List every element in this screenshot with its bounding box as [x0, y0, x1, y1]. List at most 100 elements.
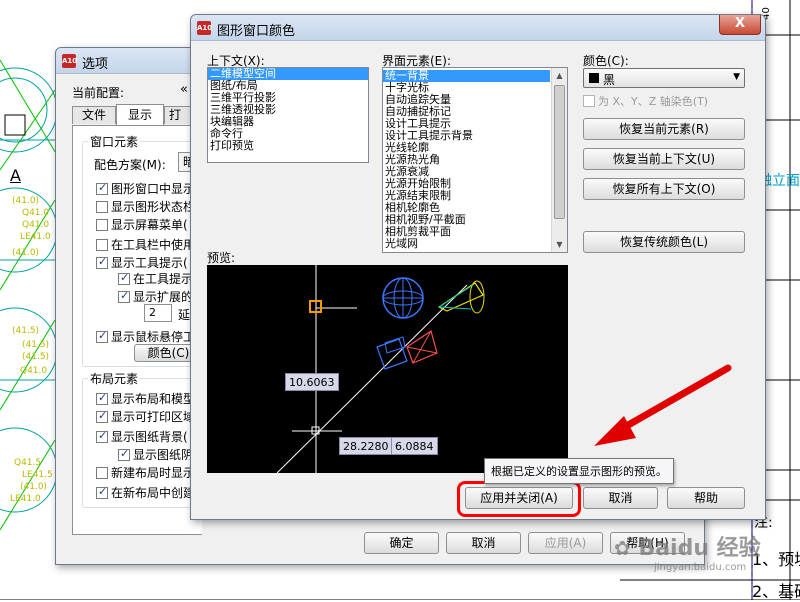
option-page-setup-manager[interactable]: 新建布局时显示	[96, 464, 195, 481]
tab-files[interactable]: 文件	[72, 106, 116, 124]
restore-all-contexts-button[interactable]: 恢复所有上下文(O)	[583, 178, 745, 200]
apply-and-close-button[interactable]: 应用并关闭(A)	[465, 487, 573, 509]
checkbox-icon	[96, 429, 108, 443]
option-layout-model-tabs[interactable]: 显示布局和模型	[96, 390, 195, 407]
window-elements-title: 窗口元素	[88, 133, 141, 150]
preview-tooltip: 根据已定义的设置显示图形的预览。	[484, 458, 674, 484]
tab-open-save-label: 打	[169, 108, 182, 122]
checkbox-icon	[118, 289, 130, 303]
tab-open-save[interactable]: 打	[164, 106, 192, 124]
cad-mark: Q41.0	[20, 366, 48, 376]
scroll-down-icon[interactable]: ▼	[552, 237, 567, 252]
dialog-title: 图形窗口颜色	[217, 24, 296, 39]
cad-mark: LE41.5	[22, 470, 53, 480]
baidu-paw-icon: ✿	[614, 536, 631, 560]
autocad-app-icon: A10	[197, 21, 212, 35]
dialog-close-button[interactable]: X	[719, 15, 761, 35]
cad-mark-a: A	[10, 166, 21, 185]
preview-dim-distance: 10.6063	[285, 373, 339, 391]
checkbox-icon	[118, 271, 130, 285]
preview-label: 预览:	[207, 251, 236, 265]
tab-display[interactable]: 显示	[116, 104, 164, 126]
option-show-screen-menu[interactable]: 显示屏幕菜单(	[96, 216, 188, 233]
cad-mark: (41.5)	[22, 352, 50, 362]
options-title: 选项	[82, 57, 109, 72]
checkbox-icon	[583, 95, 595, 107]
watermark-url: jingyan.baidu.com	[654, 562, 747, 573]
option-show-tooltips[interactable]: 显示工具提示(	[96, 254, 188, 271]
option-paper-background[interactable]: 显示图纸背景(	[96, 428, 188, 445]
layout-elements-title: 布局元素	[88, 370, 141, 387]
checkbox-icon	[96, 219, 108, 231]
option-rollover-tooltips[interactable]: 显示鼠标悬停工	[96, 328, 195, 345]
checkbox-icon	[96, 201, 108, 213]
chevron-down-icon: ▼	[733, 72, 740, 82]
option-paper-shadow[interactable]: 显示图纸阴	[118, 446, 193, 463]
tab-files-label: 文件	[81, 108, 106, 122]
cad-mark: Q41.0	[22, 208, 50, 218]
close-icon: X	[734, 16, 746, 31]
option-shortcut-keys-in-tooltips[interactable]: 在工具提示	[118, 270, 193, 287]
restore-current-context-button[interactable]: 恢复当前上下文(U)	[583, 148, 745, 170]
profile-scroll-left-icon[interactable]: «	[180, 82, 188, 97]
checkbox-icon	[96, 391, 108, 405]
checkbox-icon	[96, 239, 108, 251]
current-profile-label: 当前配置:	[72, 86, 125, 100]
preview-dim-x: 28.2280	[339, 437, 393, 455]
delay-label: 延	[178, 308, 191, 322]
cad-mark: (41.5)	[12, 326, 40, 336]
color-value: 黑	[603, 73, 616, 87]
options-cancel-button[interactable]: 取消	[446, 532, 521, 554]
tint-xyz-checkbox[interactable]: 为 X、Y、Z 轴染色(T)	[583, 93, 708, 109]
preview-dim-y: 6.0884	[391, 437, 438, 455]
cad-mark: (41.5)	[22, 340, 50, 350]
checkbox-icon	[96, 485, 108, 499]
cad-mark: LE41.0	[10, 494, 41, 504]
preview-canvas: 10.6063 28.2280 6.0884	[207, 265, 568, 473]
checkbox-icon	[96, 467, 108, 479]
color-swatch	[589, 73, 599, 83]
dialog-titlebar[interactable]: A10 图形窗口颜色 X	[191, 15, 765, 41]
red-arrow-annotation	[594, 364, 732, 446]
options-apply-button[interactable]: 应用(A)	[528, 532, 603, 554]
color-select[interactable]: 黑 ▼	[583, 68, 745, 88]
options-ok-button[interactable]: 确定	[364, 532, 439, 554]
scroll-up-icon[interactable]: ▲	[552, 68, 567, 83]
checkbox-icon	[96, 255, 108, 269]
color-scheme-label: 配色方案(M):	[94, 158, 166, 172]
autocad-app-icon: A10	[62, 54, 77, 68]
option-printable-area[interactable]: 显示可打印区域	[96, 408, 195, 425]
interface-element-list[interactable]: 统一背景 十字光标 自动追踪矢量 自动捕捉标记 设计工具提示 设计工具提示背景 …	[382, 67, 568, 253]
dialog-cancel-button[interactable]: 取消	[583, 487, 658, 509]
delay-seconds-input[interactable]: 2	[144, 304, 172, 322]
option-large-toolbar-buttons[interactable]: 在工具栏中使用	[96, 236, 195, 253]
restore-current-element-button[interactable]: 恢复当前元素(R)	[583, 118, 745, 140]
scroll-thumb[interactable]	[554, 85, 565, 219]
checkbox-icon	[96, 181, 108, 195]
interface-item[interactable]: 光域网	[383, 238, 550, 250]
cad-mark: (41.0)	[12, 248, 40, 258]
cad-mark: LE41.0	[20, 232, 51, 242]
context-list[interactable]: 二维模型空间 图纸/布局 三维平行投影 三维透视投影 块编辑器 命令行 打印预览	[207, 67, 369, 163]
cad-mark: (41.0)	[12, 196, 40, 206]
options-tab-bar: 文件 显示 打	[72, 104, 192, 126]
checkbox-icon	[96, 409, 108, 423]
baidu-watermark: ✿ Baidu 经验 jingyan.baidu.com	[614, 530, 761, 573]
option-show-drawing-scrollbars[interactable]: 图形窗口中显示	[96, 180, 195, 197]
cad-mark: (41.0)	[20, 482, 48, 492]
interface-list-scrollbar[interactable]: ▲ ▼	[551, 68, 567, 252]
option-show-drawing-status-bar[interactable]: 显示图形状态栏	[96, 198, 195, 215]
dialog-help-button[interactable]: 帮助	[667, 487, 745, 509]
restore-classic-colors-button[interactable]: 恢复传统颜色(L)	[583, 231, 745, 253]
option-extended-tooltips[interactable]: 显示扩展的	[118, 288, 193, 305]
tab-display-label: 显示	[127, 108, 152, 122]
watermark-text: Baidu 经验	[638, 536, 761, 561]
cad-note-2: 2、基础	[752, 582, 800, 601]
cad-mark: Q41.5	[14, 458, 42, 468]
context-item-plot-preview[interactable]: 打印预览	[208, 140, 368, 152]
option-create-viewport[interactable]: 在新布局中创建	[96, 484, 195, 501]
checkbox-icon	[96, 329, 108, 343]
cad-mark: Q41.0	[22, 220, 50, 230]
color-label: 颜色(C):	[583, 54, 629, 68]
checkbox-icon	[118, 447, 130, 461]
